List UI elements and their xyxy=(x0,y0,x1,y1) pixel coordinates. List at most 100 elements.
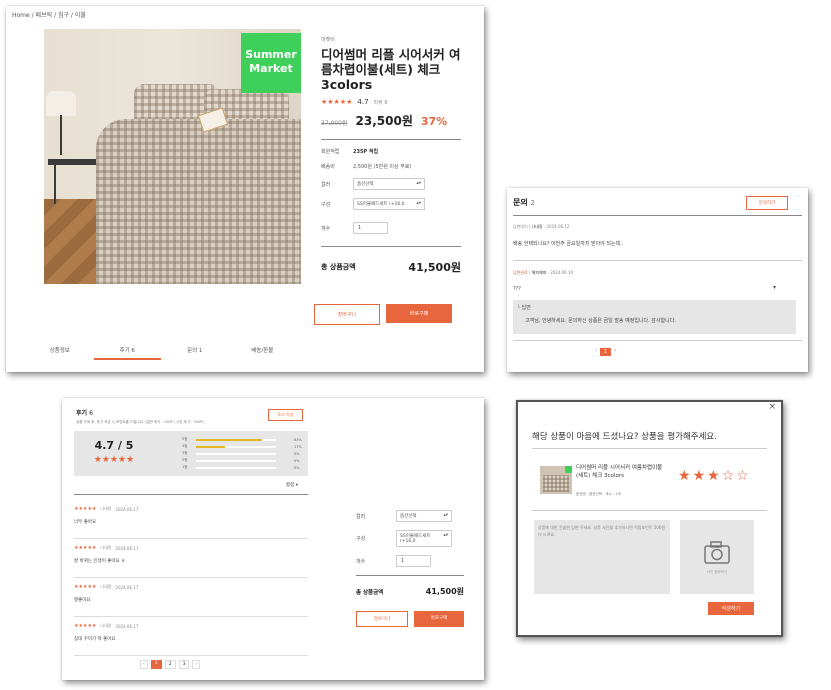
rating-bar-label: 3점 xyxy=(182,451,188,455)
color-select[interactable]: 옵션선택 ▴▾ xyxy=(353,178,425,190)
qna-item-body[interactable]: ??? xyxy=(513,286,521,292)
next-page-icon[interactable]: › xyxy=(614,348,616,356)
sort-dropdown[interactable]: 평점 ▾ xyxy=(286,482,298,488)
star-1-icon[interactable]: ★ xyxy=(678,468,691,484)
review-date: 2024.06.17 xyxy=(115,623,139,629)
rating-bar-row: 3점 0% xyxy=(182,450,302,457)
detail-tabs: 상품정보 후기 6 문의 1 배송/환불 xyxy=(26,346,296,360)
review-date: 2024.06.17 xyxy=(115,545,139,551)
review-textarea[interactable]: 상품에 대한 진솔한 답변 주세요. 상품 사진을 추가하시면 적립포인트 50… xyxy=(534,520,670,594)
review-item: ★★★★★ 나내랑 2024.06.17 침대 꾸미기 딱 좋아요 xyxy=(74,617,308,656)
sale-price: 23,500원 xyxy=(355,114,413,128)
brand-name[interactable]: 마켓비 xyxy=(321,36,461,43)
page-3[interactable]: 3 xyxy=(178,660,190,669)
qna-item-body[interactable]: 배송 언제되나요? 이번주 금요일까지 받아야 되는데.. xyxy=(513,240,623,247)
page-1[interactable]: 1 xyxy=(150,660,162,669)
qna-item-meta: 답변완료 | 해피해피 · 2024.06.10 xyxy=(513,270,574,275)
star-5-icon[interactable]: ☆ xyxy=(736,468,749,484)
product-title: 디어썸머 리플 시어서커 여름차렵이불(세트) 체크 3colors xyxy=(321,47,461,92)
tab-shipping[interactable]: 배송/환불 xyxy=(229,346,297,360)
rating-bar-fill xyxy=(196,438,263,441)
review-pagination: ‹ 1 2 3 › xyxy=(140,660,201,669)
review-stars: ★★★★★ xyxy=(74,506,97,512)
rating-bar-label: 2점 xyxy=(182,458,188,462)
review-count-link[interactable]: 리뷰 6 xyxy=(374,99,388,106)
page-2[interactable]: 2 xyxy=(164,660,176,669)
qna-pagination: ‹ 1 › xyxy=(595,348,616,356)
rating-bar-row: 2점 0% xyxy=(182,457,302,464)
rating-bar-label: 1점 xyxy=(182,465,188,469)
cart-button[interactable]: 장바구니 xyxy=(314,304,380,325)
review-body: 잘 바뀌는 인생이 좋아요 ㅎ xyxy=(74,559,126,564)
answer-label: └ 답변 xyxy=(517,305,531,311)
config-select[interactable]: SS이불패드세트 (+16,0 ▴▾ xyxy=(396,530,452,547)
review-item: ★★★★★ 나내랑 2024.06.17 잘 바뀌는 인생이 좋아요 ㅎ xyxy=(74,539,308,578)
submit-review-button[interactable]: 작성하기 xyxy=(708,602,754,615)
total-value: 41,500원 xyxy=(408,261,461,274)
rating-value: 4.7 xyxy=(357,98,369,106)
next-page-icon[interactable]: › xyxy=(192,660,201,669)
star-rating-input: ★ ★ ★ ☆ ☆ xyxy=(678,468,749,484)
sticky-purchase-box: 컬러 옵션선택 ▴▾ 구성 SS이불패드세트 (+16,0 ▴▾ 개수 1 총 상품금액 … xyxy=(356,510,464,627)
original-price: 37,000원 xyxy=(321,120,348,127)
rating-bar-row: 5점 83% xyxy=(182,436,302,443)
reviews-panel: 후기 6 후기 작성 상품 구매 후, 후기 작성 시 포인트를 드립니다. (… xyxy=(62,398,484,680)
product-thumbnail xyxy=(540,466,572,494)
prev-page-icon[interactable]: ‹ xyxy=(595,348,597,356)
buy-now-button[interactable]: 바로구매 xyxy=(386,304,452,323)
photo-upload-label: 사진 첨부하기 xyxy=(706,570,728,574)
discount-rate: 37% xyxy=(420,115,448,128)
page-1[interactable]: 1 xyxy=(600,348,612,356)
review-stars: ★★★★★ xyxy=(74,584,97,590)
chevron-down-icon[interactable]: ▾ xyxy=(773,284,776,291)
qna-title: 문의 2 xyxy=(513,198,535,207)
star-4-icon[interactable]: ☆ xyxy=(722,468,735,484)
total-value: 41,500원 xyxy=(425,587,464,596)
qna-item-meta: 답변대기 | 나내랑 · 2024.06.12 xyxy=(513,224,570,229)
review-author: 나내랑 xyxy=(100,506,112,511)
modal-product-name: 디어썸머 리플 시어서커 여름차렵이불(세트) 체크 3colors xyxy=(576,465,663,479)
total-label: 총 상품금액 xyxy=(356,589,384,596)
qty-label: 개수 xyxy=(321,225,331,232)
rating-bar-pct: 83% xyxy=(294,437,302,442)
rating-bar-track xyxy=(196,466,276,469)
rating-bar-row: 1점 0% xyxy=(182,464,302,471)
shipping-label: 배송비 xyxy=(321,164,335,170)
rating-bar-label: 4점 xyxy=(182,444,188,448)
cart-button[interactable]: 장바구니 xyxy=(356,611,408,627)
rating-summary: 4.7 / 5 ★★★★★ 5점 83% 4점 17% 3점 0% 2점 0% 1점 0% xyxy=(74,431,308,476)
qna-answer-box: └ 답변 고객님, 안녕하세요. 문의하신 상품은 금일 발송 예정입니다. 감… xyxy=(513,300,796,334)
qty-input[interactable]: 1 xyxy=(396,555,431,567)
tab-qna[interactable]: 문의 1 xyxy=(161,346,229,360)
photo-upload-box[interactable]: 사진 첨부하기 xyxy=(680,520,754,594)
average-rating: 4.7 / 5 xyxy=(94,439,134,452)
review-author: 나내랑 xyxy=(100,584,112,589)
config-select[interactable]: SS이불패드세트 (+16,0 ▴▾ xyxy=(353,198,425,210)
points-value: 235P 적립 xyxy=(353,149,379,155)
review-body: 침대 꾸미기 딱 좋아요 xyxy=(74,637,116,642)
prev-page-icon[interactable]: ‹ xyxy=(140,660,148,669)
qty-input[interactable]: 1 xyxy=(353,222,388,234)
breadcrumb[interactable]: Home / 패브릭 / 침구 / 이불 xyxy=(12,10,86,19)
star-2-icon[interactable]: ★ xyxy=(693,468,706,484)
rating-bar-pct: 0% xyxy=(294,465,300,470)
rating-bar-pct: 0% xyxy=(294,451,300,456)
tab-reviews[interactable]: 후기 6 xyxy=(93,346,161,360)
star-3-icon[interactable]: ★ xyxy=(707,468,720,484)
rating-bar-row: 4점 17% xyxy=(182,443,302,450)
reviews-title: 후기 6 xyxy=(76,410,93,417)
review-item: ★★★★★ 나내랑 2024.06.17 너무 좋아요 xyxy=(74,500,308,539)
shipping-value: 2,500원 (5만원 이상 무료) xyxy=(353,164,412,170)
close-icon[interactable]: × xyxy=(768,402,776,412)
modal-heading: 해당 상품이 마음에 드셨나요? 상품을 평가해주세요. xyxy=(532,432,717,442)
rating-bar-label: 5점 xyxy=(182,437,188,441)
buy-now-button[interactable]: 바로구매 xyxy=(414,611,464,627)
product-image[interactable]: Summer Market xyxy=(44,29,301,284)
points-label: 회원적립 xyxy=(321,149,340,155)
rating-bar-track xyxy=(196,459,276,462)
qna-count: 2 xyxy=(530,199,535,207)
write-inquiry-button[interactable]: 문의하기 xyxy=(746,196,788,210)
color-select[interactable]: 옵션선택 ▴▾ xyxy=(396,510,452,522)
config-label: 구성 xyxy=(321,201,331,208)
tab-product-info[interactable]: 상품정보 xyxy=(26,346,94,360)
